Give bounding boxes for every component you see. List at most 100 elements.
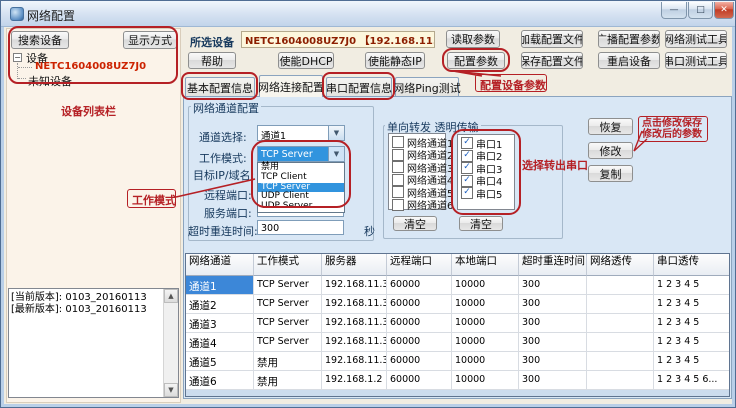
copy-button[interactable]: 复制 bbox=[588, 165, 633, 182]
chevron-down-icon[interactable]: ▼ bbox=[328, 126, 344, 140]
table-cell[interactable] bbox=[587, 314, 654, 333]
table-cell[interactable]: 10000 bbox=[452, 333, 519, 352]
serial-port-checklist[interactable]: ✓串口1✓串口2✓串口3✓串口4✓串口5 bbox=[457, 134, 515, 210]
table-row[interactable]: 通道3TCP Server192.168.11.3160000100003001… bbox=[186, 314, 729, 333]
table-cell[interactable]: 10000 bbox=[452, 276, 519, 295]
table-cell[interactable]: 通道5 bbox=[186, 352, 254, 371]
timeout-input[interactable]: 300 bbox=[257, 220, 344, 235]
title-bar[interactable]: 网络配置 bbox=[1, 1, 736, 27]
table-cell[interactable]: 10000 bbox=[452, 295, 519, 314]
column-header[interactable]: 网络通道 bbox=[186, 254, 254, 276]
table-cell[interactable]: 192.168.11.31 bbox=[322, 276, 387, 295]
table-cell[interactable]: 300 bbox=[519, 276, 587, 295]
table-cell[interactable]: 192.168.11.31 bbox=[322, 333, 387, 352]
table-cell[interactable]: 300 bbox=[519, 314, 587, 333]
display-mode-button[interactable]: 显示方式 bbox=[123, 31, 177, 49]
table-cell[interactable]: 192.168.11.31 bbox=[322, 352, 387, 371]
table-cell[interactable]: 1 2 3 4 5 bbox=[654, 314, 730, 333]
channel-select-dropdown[interactable]: 通道1 ▼ bbox=[257, 125, 345, 141]
tree-unknown-device-node[interactable]: 未知设备 bbox=[28, 73, 72, 89]
table-cell[interactable]: 10000 bbox=[452, 352, 519, 371]
table-cell[interactable]: 10000 bbox=[452, 314, 519, 333]
column-header[interactable]: 本地端口 bbox=[452, 254, 519, 276]
serial-port-checkbox[interactable]: ✓串口5 bbox=[458, 187, 514, 200]
config-params-button[interactable]: 配置参数 bbox=[447, 52, 505, 69]
read-params-button[interactable]: 读取参数 bbox=[446, 30, 500, 48]
save-config-button[interactable]: 保存配置文件 bbox=[521, 52, 583, 69]
checkbox-checked-icon[interactable]: ✓ bbox=[461, 162, 473, 174]
table-cell[interactable] bbox=[587, 276, 654, 295]
minimize-button[interactable]: — bbox=[661, 2, 687, 19]
table-cell[interactable]: TCP Server bbox=[254, 333, 322, 352]
column-header[interactable]: 超时重连时间 bbox=[519, 254, 587, 276]
table-cell[interactable]: 60000 bbox=[387, 371, 452, 390]
help-button[interactable]: 帮助 bbox=[188, 52, 236, 69]
network-test-tool-button[interactable]: 网络测试工具 bbox=[665, 30, 727, 48]
table-cell[interactable]: 300 bbox=[519, 333, 587, 352]
restore-button[interactable]: 恢复 bbox=[588, 118, 633, 135]
version-scrollbar[interactable]: ▲ ▼ bbox=[163, 289, 178, 397]
table-cell[interactable]: 通道4 bbox=[186, 333, 254, 352]
clear-serial-button[interactable]: 清空 bbox=[459, 216, 503, 231]
table-cell[interactable]: 60000 bbox=[387, 314, 452, 333]
tree-device-node[interactable]: NETC1604008UZ7J0 bbox=[35, 61, 146, 72]
table-cell[interactable]: TCP Server bbox=[254, 276, 322, 295]
work-mode-dropdown[interactable]: TCP Server ▼ bbox=[257, 146, 345, 162]
table-cell[interactable]: 禁用 bbox=[254, 371, 322, 390]
table-cell[interactable]: 1 2 3 4 5 6... bbox=[654, 371, 730, 390]
table-cell[interactable]: TCP Server bbox=[254, 314, 322, 333]
table-cell[interactable]: 60000 bbox=[387, 276, 452, 295]
scroll-down-icon[interactable]: ▼ bbox=[164, 383, 178, 397]
table-cell[interactable]: 60000 bbox=[387, 295, 452, 314]
enable-static-ip-button[interactable]: 使能静态IP bbox=[365, 52, 425, 69]
table-cell[interactable]: 1 2 3 4 5 bbox=[654, 295, 730, 314]
table-row[interactable]: 通道4TCP Server192.168.11.3160000100003001… bbox=[186, 333, 729, 352]
channel-table[interactable]: 网络通道工作模式服务器远程端口本地端口超时重连时间网络透传串口透传 通道1TCP… bbox=[185, 253, 730, 397]
checkbox-unchecked-icon[interactable] bbox=[392, 136, 404, 148]
table-cell[interactable] bbox=[587, 295, 654, 314]
table-row[interactable]: 通道5禁用192.168.11.3160000100003001 2 3 4 5 bbox=[186, 352, 729, 371]
column-header[interactable]: 网络透传 bbox=[587, 254, 654, 276]
table-row[interactable]: 通道1TCP Server192.168.11.316000010000300 1… bbox=[186, 276, 729, 295]
table-cell[interactable]: 300 bbox=[519, 295, 587, 314]
table-cell[interactable]: 1 2 3 4 5 bbox=[654, 276, 730, 295]
load-config-button[interactable]: 加载配置文件 bbox=[521, 30, 583, 48]
work-mode-option[interactable]: UDP Server bbox=[258, 202, 344, 212]
table-cell[interactable]: 192.168.11.31 bbox=[322, 314, 387, 333]
table-cell[interactable]: 192.168.1.2 bbox=[322, 371, 387, 390]
work-mode-option-list[interactable]: 禁用TCP ClientTCP ServerUDP ClientUDP Serv… bbox=[257, 162, 345, 213]
tab-serial-config[interactable]: 串口配置信息 bbox=[326, 77, 392, 97]
version-listbox[interactable]: [当前版本]: 0103_20160113[最新版本]: 0103_201601… bbox=[8, 288, 179, 398]
column-header[interactable]: 串口透传 bbox=[654, 254, 730, 276]
table-cell[interactable] bbox=[587, 371, 654, 390]
table-cell[interactable] bbox=[587, 333, 654, 352]
clear-network-button[interactable]: 清空 bbox=[393, 216, 437, 231]
table-cell[interactable] bbox=[587, 352, 654, 371]
table-cell[interactable]: 通道6 bbox=[186, 371, 254, 390]
serial-test-tool-button[interactable]: 串口测试工具 bbox=[665, 52, 727, 69]
search-device-button[interactable]: 搜索设备 bbox=[11, 31, 69, 49]
table-cell[interactable]: 60000 bbox=[387, 352, 452, 371]
table-cell[interactable]: 通道1 bbox=[186, 276, 254, 295]
network-channel-checkbox[interactable]: 网络通道6 bbox=[389, 199, 445, 212]
table-cell[interactable]: 300 bbox=[519, 371, 587, 390]
table-row[interactable]: 通道2TCP Server192.168.11.3160000100003001… bbox=[186, 295, 729, 314]
tab-network-ping[interactable]: 网络Ping测试 bbox=[395, 77, 459, 97]
table-cell[interactable]: 通道2 bbox=[186, 295, 254, 314]
table-cell[interactable]: 10000 bbox=[452, 371, 519, 390]
column-header[interactable]: 服务器 bbox=[322, 254, 387, 276]
checkbox-unchecked-icon[interactable] bbox=[392, 161, 404, 173]
checkbox-unchecked-icon[interactable] bbox=[392, 199, 404, 211]
table-cell[interactable]: 300 bbox=[519, 352, 587, 371]
checkbox-checked-icon[interactable]: ✓ bbox=[461, 187, 473, 199]
checkbox-checked-icon[interactable]: ✓ bbox=[461, 137, 473, 149]
modify-button[interactable]: 修改 bbox=[588, 142, 633, 159]
broadcast-config-button[interactable]: 广播配置参数 bbox=[598, 30, 660, 48]
network-channel-checklist[interactable]: 网络通道1网络通道2网络通道3网络通道4网络通道5网络通道6 bbox=[388, 133, 446, 210]
scroll-up-icon[interactable]: ▲ bbox=[164, 289, 178, 303]
restart-device-button[interactable]: 重启设备 bbox=[598, 52, 660, 69]
checkbox-checked-icon[interactable]: ✓ bbox=[461, 150, 473, 162]
column-header[interactable]: 工作模式 bbox=[254, 254, 322, 276]
enable-dhcp-button[interactable]: 使能DHCP bbox=[278, 52, 334, 69]
table-cell[interactable]: 60000 bbox=[387, 333, 452, 352]
